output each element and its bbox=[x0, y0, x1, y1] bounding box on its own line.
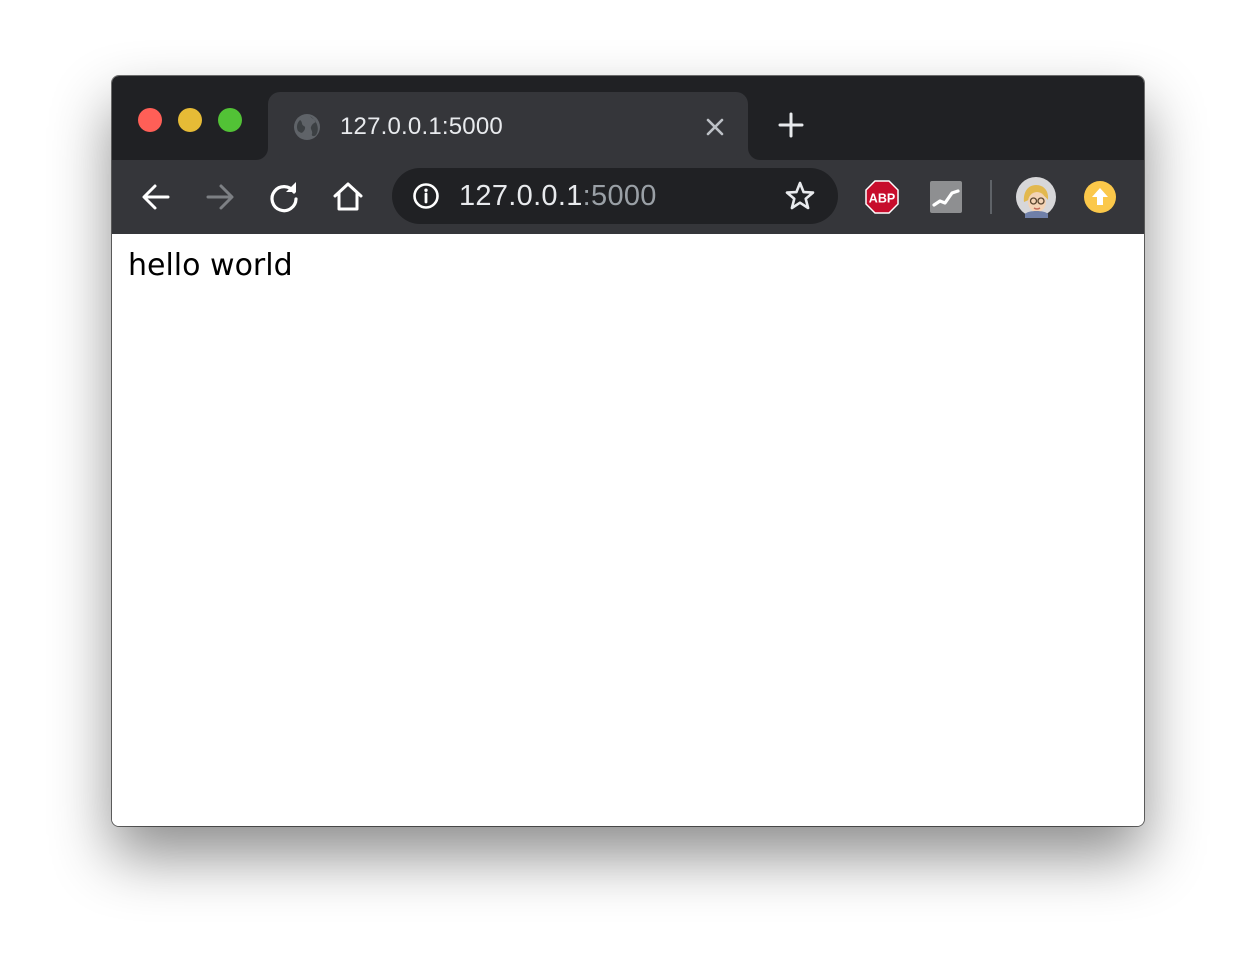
tab-title: 127.0.0.1:5000 bbox=[340, 113, 503, 140]
url-port: :5000 bbox=[582, 180, 657, 212]
star-icon[interactable] bbox=[784, 180, 816, 212]
globe-icon bbox=[294, 114, 320, 140]
close-icon[interactable] bbox=[702, 114, 728, 140]
upload-arrow-icon[interactable] bbox=[1082, 179, 1118, 215]
page-body-text: hello world bbox=[128, 248, 293, 283]
browser-window: 127.0.0.1:5000 127.0.0.1:5000 ABP hello … bbox=[112, 76, 1144, 826]
adblock-plus-extension[interactable]: ABP bbox=[864, 179, 900, 215]
browser-tab[interactable]: 127.0.0.1:5000 bbox=[268, 92, 748, 160]
page-content: hello world bbox=[112, 234, 1144, 826]
abp-label: ABP bbox=[869, 192, 895, 206]
toolbar: 127.0.0.1:5000 ABP bbox=[112, 160, 1144, 234]
maximize-window-button[interactable] bbox=[218, 108, 242, 132]
info-icon[interactable] bbox=[412, 182, 440, 210]
chart-icon[interactable] bbox=[928, 179, 964, 215]
url-host: 127.0.0.1 bbox=[459, 180, 583, 212]
arrow-left-icon[interactable] bbox=[139, 180, 173, 214]
reload-icon[interactable] bbox=[267, 180, 301, 214]
url-text: 127.0.0.1:5000 bbox=[459, 180, 657, 212]
close-window-button[interactable] bbox=[138, 108, 162, 132]
title-bar: 127.0.0.1:5000 bbox=[112, 76, 1144, 160]
toolbar-divider bbox=[990, 180, 992, 214]
plus-icon[interactable] bbox=[776, 110, 806, 140]
arrow-right-icon[interactable] bbox=[203, 180, 237, 214]
address-bar[interactable]: 127.0.0.1:5000 bbox=[392, 168, 838, 224]
minimize-window-button[interactable] bbox=[178, 108, 202, 132]
home-icon[interactable] bbox=[331, 180, 365, 214]
avatar[interactable] bbox=[1015, 176, 1057, 218]
